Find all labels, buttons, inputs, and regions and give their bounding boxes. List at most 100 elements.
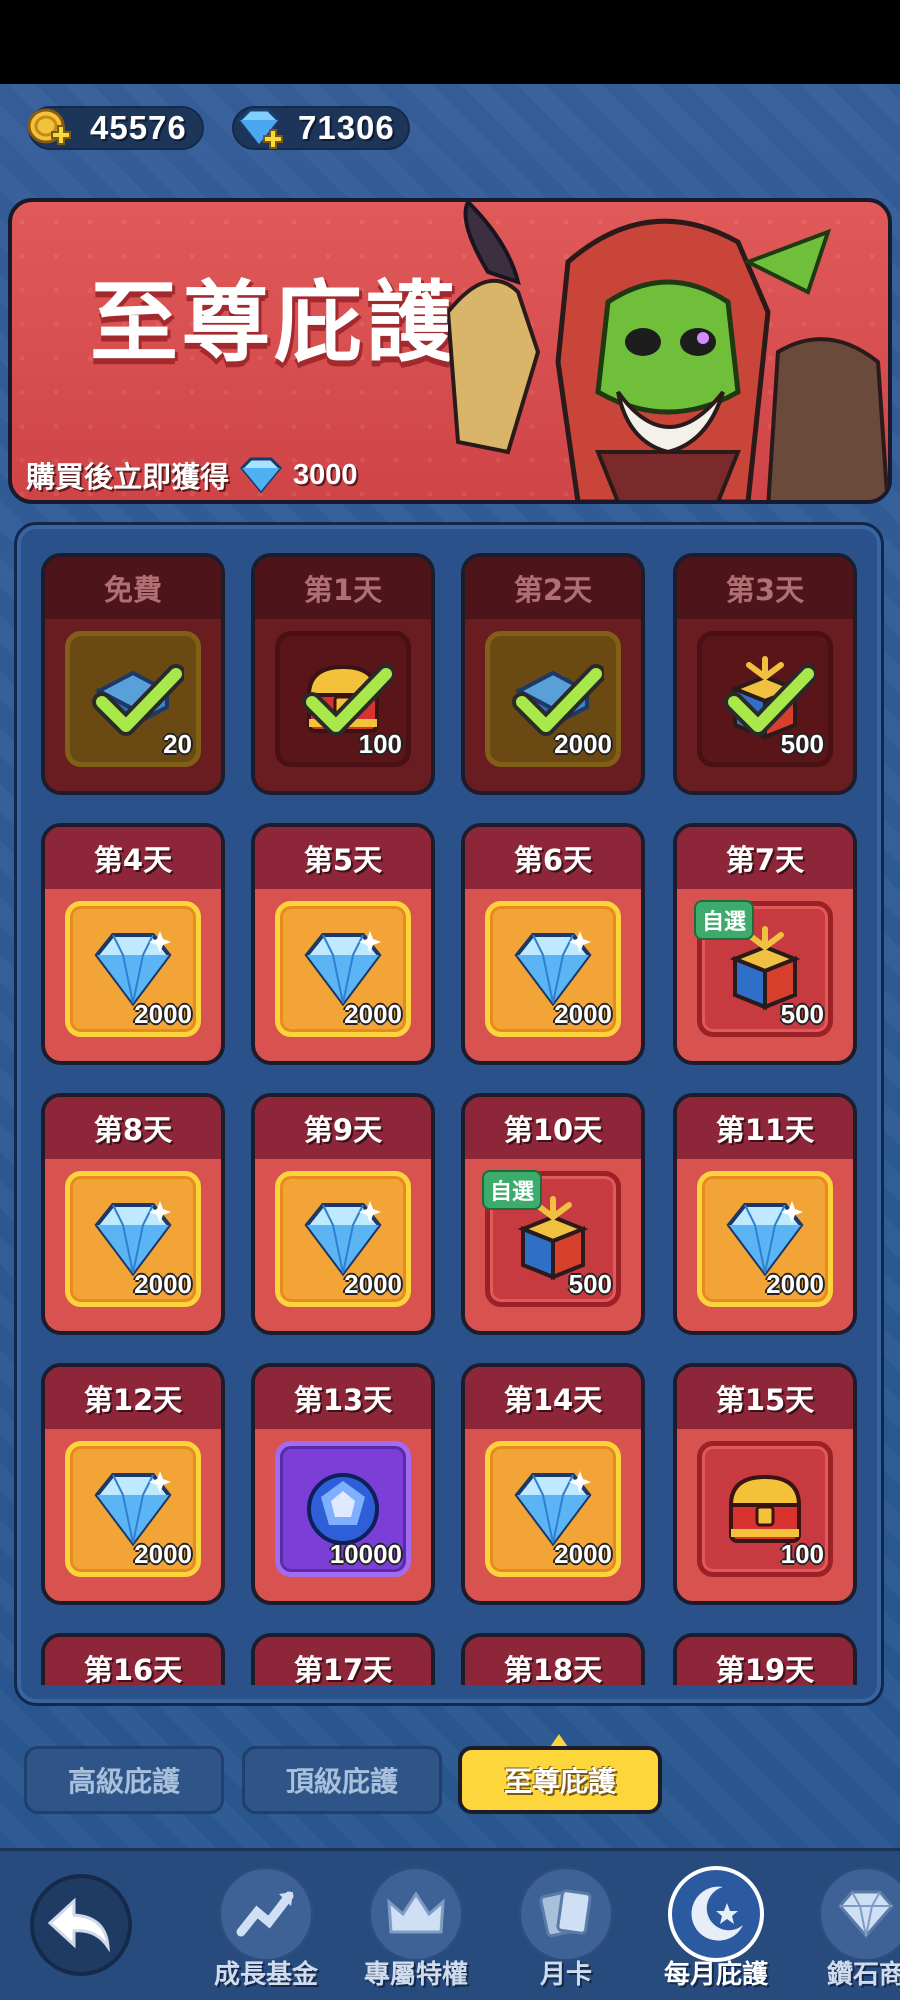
reward-slot: 10000 [275,1441,411,1577]
reward-slot: 500 自選 [482,1170,621,1307]
reward-slot: 2000 [485,901,621,1037]
reward-quantity: 2000 [134,1539,192,1569]
reward-day-label: 第7天 [677,827,853,889]
reward-day-label: 第3天 [677,557,853,619]
reward-panel: 免費 20 第1天 100 第2天 2000 第3天 500 第4天 2000 第5天 2000 第6天… [14,522,884,1706]
reward-day-label: 第10天 [465,1097,641,1159]
nav-circle [818,1866,900,1962]
tab-top-protection[interactable]: 頂級庇護 [242,1746,442,1814]
nav-label: 成長基金 [213,1960,318,1990]
tab-advanced-protection[interactable]: 高級庇護 [24,1746,224,1814]
reward-day-label: 第18天 [465,1637,641,1685]
reward-card[interactable]: 第8天 2000 [41,1093,225,1335]
banner-subtitle: 購買後立即獲得 [26,460,230,494]
reward-slot: 2000 [65,1441,201,1577]
nav-circle [368,1866,464,1962]
reward-quantity: 100 [358,729,402,759]
reward-quantity: 10000 [329,1539,402,1569]
reward-quantity: 2000 [554,999,612,1029]
reward-card[interactable]: 第13天 10000 [251,1363,435,1605]
cards-icon [539,1889,592,1938]
reward-card[interactable]: 第9天 2000 [251,1093,435,1335]
reward-quantity: 2000 [344,999,402,1029]
nav-label: 每月庇護 [663,1960,768,1990]
reward-card[interactable]: 第2天 2000 [461,553,645,795]
reward-day-label: 第6天 [465,827,641,889]
gem-amount: 71306 [298,109,395,146]
reward-card[interactable]: 第7天 500 自選 [673,823,857,1065]
nav-label: 月卡 [539,1960,592,1990]
reward-card[interactable]: 第10天 500 自選 [461,1093,645,1335]
nav-monthly-protection[interactable]: 每月庇護 [646,1866,786,1994]
reward-quantity: 2000 [344,1269,402,1299]
nav-diamond-shop[interactable]: 鑽石商 [796,1866,900,1994]
promo-banner: 至尊庇護 購買後立即獲得 3000 [8,198,892,504]
reward-day-label: 第13天 [255,1367,431,1429]
reward-card[interactable]: 第3天 500 [673,553,857,795]
reward-slot: 2000 [275,901,411,1037]
reward-quantity: 500 [780,999,824,1029]
reward-day-label: 第8天 [45,1097,221,1159]
banner-title: 至尊庇護 [90,271,459,374]
reward-slot: 2000 [697,1171,833,1307]
reward-day-label: 第2天 [465,557,641,619]
reward-day-label: 第9天 [255,1097,431,1159]
tab-label: 高級庇護 [67,1765,180,1798]
back-button[interactable] [30,1874,132,1976]
orc-hero-illustration [448,202,888,500]
tab-label: 頂級庇護 [285,1765,398,1798]
nav-monthly-card[interactable]: 月卡 [496,1866,636,1994]
reward-grid: 免費 20 第1天 100 第2天 2000 第3天 500 第4天 2000 第5天 2000 第6天… [17,525,881,1685]
reward-quantity: 100 [780,1539,824,1569]
nav-circle [218,1866,314,1962]
back-arrow-icon [47,1897,110,1953]
gem-plus-icon [237,108,283,149]
reward-card[interactable]: 第6天 2000 [461,823,645,1065]
reward-day-label: 第15天 [677,1367,853,1429]
reward-card[interactable]: 第12天 2000 [41,1363,225,1605]
coin-balance[interactable]: 45576 [27,106,204,150]
reward-quantity: 2000 [134,999,192,1029]
reward-card[interactable]: 免費 20 [41,553,225,795]
reward-quantity: 20 [163,729,192,759]
diamond-icon [239,457,283,494]
reward-slot: 500 [697,631,833,767]
reward-slot: 2000 [65,901,201,1037]
reward-slot: 2000 [485,1441,621,1577]
reward-card[interactable]: 第14天 2000 [461,1363,645,1605]
reward-card[interactable]: 第15天 100 [673,1363,857,1605]
tab-supreme-protection[interactable]: 至尊庇護 [458,1746,662,1814]
nav-label: 鑽石商 [826,1960,900,1990]
reward-day-label: 第16天 [45,1637,221,1685]
reward-card[interactable]: 第19天 [673,1633,857,1685]
gem-balance[interactable]: 71306 [232,106,410,150]
reward-day-label: 第14天 [465,1367,641,1429]
growth-chart-icon [236,1891,294,1937]
reward-quantity: 500 [780,729,824,759]
diamond-icon [838,1890,894,1939]
reward-card[interactable]: 第17天 [251,1633,435,1685]
reward-card[interactable]: 第5天 2000 [251,823,435,1065]
reward-slot: 100 [697,1441,833,1577]
reward-card[interactable]: 第4天 2000 [41,823,225,1065]
crown-icon [387,1891,445,1934]
reward-card[interactable]: 第18天 [461,1633,645,1685]
coin-icon [27,108,71,145]
reward-slot: 20 [65,631,201,767]
banner-bonus: 購買後立即獲得 3000 [26,454,358,496]
reward-quantity: 2000 [554,1539,612,1569]
reward-day-label: 第1天 [255,557,431,619]
reward-slot: 500 自選 [694,900,833,1037]
reward-day-label: 第12天 [45,1367,221,1429]
reward-day-label: 免費 [45,557,221,619]
reward-quantity: 2000 [554,729,612,759]
reward-day-label: 第4天 [45,827,221,889]
tab-label: 至尊庇護 [503,1765,616,1798]
reward-card[interactable]: 第1天 100 [251,553,435,795]
nav-circle [668,1866,764,1962]
nav-growth-fund[interactable]: 成長基金 [196,1866,336,1994]
reward-card[interactable]: 第11天 2000 [673,1093,857,1335]
reward-card[interactable]: 第16天 [41,1633,225,1685]
reward-quantity: 2000 [766,1269,824,1299]
nav-exclusive-privilege[interactable]: 專屬特權 [346,1866,486,1994]
